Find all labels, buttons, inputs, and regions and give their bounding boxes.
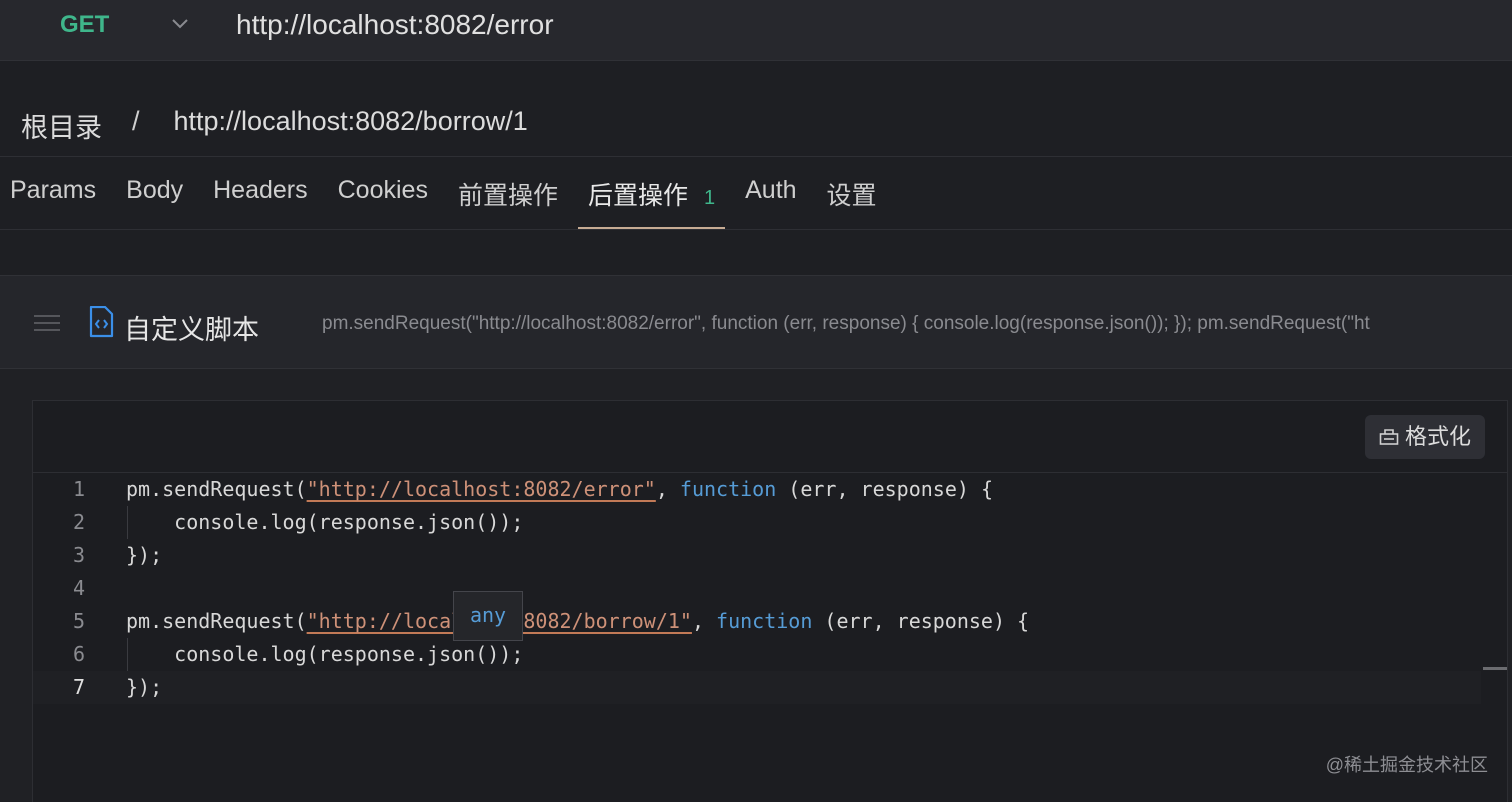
- code-string: "http://localhost:8082/error": [306, 477, 656, 501]
- tab-headers[interactable]: Headers: [213, 176, 308, 230]
- request-bar: GET: [0, 0, 1512, 61]
- code-keyword: function: [679, 477, 777, 501]
- line-number: 2: [72, 510, 85, 534]
- drag-handle-icon[interactable]: [34, 314, 60, 332]
- tab-auth[interactable]: Auth: [745, 176, 796, 230]
- line-number: 4: [72, 576, 85, 600]
- code-line: 1 pm.sendRequest("http://localhost:8082/…: [33, 473, 1481, 506]
- script-header[interactable]: 自定义脚本 pm.sendRequest("http://localhost:8…: [0, 276, 1512, 369]
- code-area[interactable]: 1 pm.sendRequest("http://localhost:8082/…: [33, 473, 1507, 802]
- line-number: 5: [72, 609, 85, 633]
- format-icon: [1379, 429, 1399, 445]
- chevron-down-icon[interactable]: [170, 12, 190, 36]
- indent-guide: [127, 638, 128, 671]
- code-editor[interactable]: 格式化 1 pm.sendRequest("http://localhost:8…: [32, 400, 1508, 802]
- tab-count-badge: 1: [703, 187, 716, 209]
- code-line: 4: [33, 572, 1481, 605]
- code-text: });: [126, 543, 163, 567]
- code-token: ,: [655, 477, 680, 501]
- method-select[interactable]: GET: [60, 11, 109, 39]
- line-number: 6: [72, 642, 85, 666]
- type-hint-tooltip: any: [453, 591, 523, 641]
- code-text: });: [126, 675, 163, 699]
- divider: [0, 229, 1512, 230]
- script-summary: pm.sendRequest("http://localhost:8082/er…: [322, 313, 1370, 334]
- code-token: (err, response) {: [812, 609, 1030, 633]
- format-button-label: 格式化: [1404, 424, 1471, 449]
- code-line: 5 pm.sendRequest("http://localhost:8082/…: [33, 605, 1481, 638]
- breadcrumb: 根目录 / http://localhost:8082/borrow/1: [21, 106, 528, 145]
- watermark: @稀土掘金技术社区: [1325, 755, 1488, 775]
- code-text: console.log(response.json());: [126, 510, 524, 534]
- url-input[interactable]: [234, 8, 1438, 42]
- code-text: pm.sendRequest("http://localhost:8082/bo…: [126, 605, 1029, 638]
- code-token: (err, response) {: [776, 477, 993, 501]
- code-text: pm.sendRequest("http://localhost:8082/er…: [126, 473, 993, 506]
- code-token: pm.sendRequest(: [126, 477, 307, 501]
- breadcrumb-root[interactable]: 根目录: [21, 106, 102, 145]
- tab-settings[interactable]: 设置: [827, 176, 877, 230]
- line-number: 3: [72, 543, 85, 567]
- editor-toolbar: 格式化: [33, 401, 1507, 473]
- indent-guide: [127, 506, 128, 539]
- code-line: 2 console.log(response.json());: [33, 506, 1481, 539]
- divider: [0, 156, 1512, 157]
- script-title: 自定义脚本: [124, 315, 259, 345]
- tab-pre-request[interactable]: 前置操作: [458, 176, 558, 230]
- code-line: 6 console.log(response.json());: [33, 638, 1481, 671]
- breadcrumb-separator: /: [132, 106, 140, 136]
- tab-cookies[interactable]: Cookies: [338, 176, 428, 230]
- code-text: console.log(response.json());: [126, 642, 524, 666]
- breadcrumb-current: http://localhost:8082/borrow/1: [173, 106, 528, 136]
- scrollbar-marker[interactable]: [1483, 667, 1507, 670]
- line-number: 1: [72, 477, 85, 501]
- code-line-current: 7 });: [33, 671, 1481, 704]
- code-line: 3 });: [33, 539, 1481, 572]
- script-panel: 自定义脚本 pm.sendRequest("http://localhost:8…: [0, 275, 1512, 802]
- tab-body[interactable]: Body: [126, 176, 183, 230]
- format-button[interactable]: 格式化: [1364, 415, 1485, 459]
- request-tabs: Params Body Headers Cookies 前置操作 后置操作 1 A…: [10, 176, 907, 230]
- tab-post-request-label: 后置操作: [587, 182, 688, 210]
- tab-post-request[interactable]: 后置操作 1: [577, 176, 726, 230]
- script-file-icon: [89, 306, 114, 338]
- code-keyword: function: [716, 609, 813, 633]
- code-token: ,: [691, 609, 717, 633]
- line-number: 7: [72, 675, 85, 699]
- tab-params[interactable]: Params: [10, 176, 96, 230]
- code-token: pm.sendRequest(: [126, 609, 307, 633]
